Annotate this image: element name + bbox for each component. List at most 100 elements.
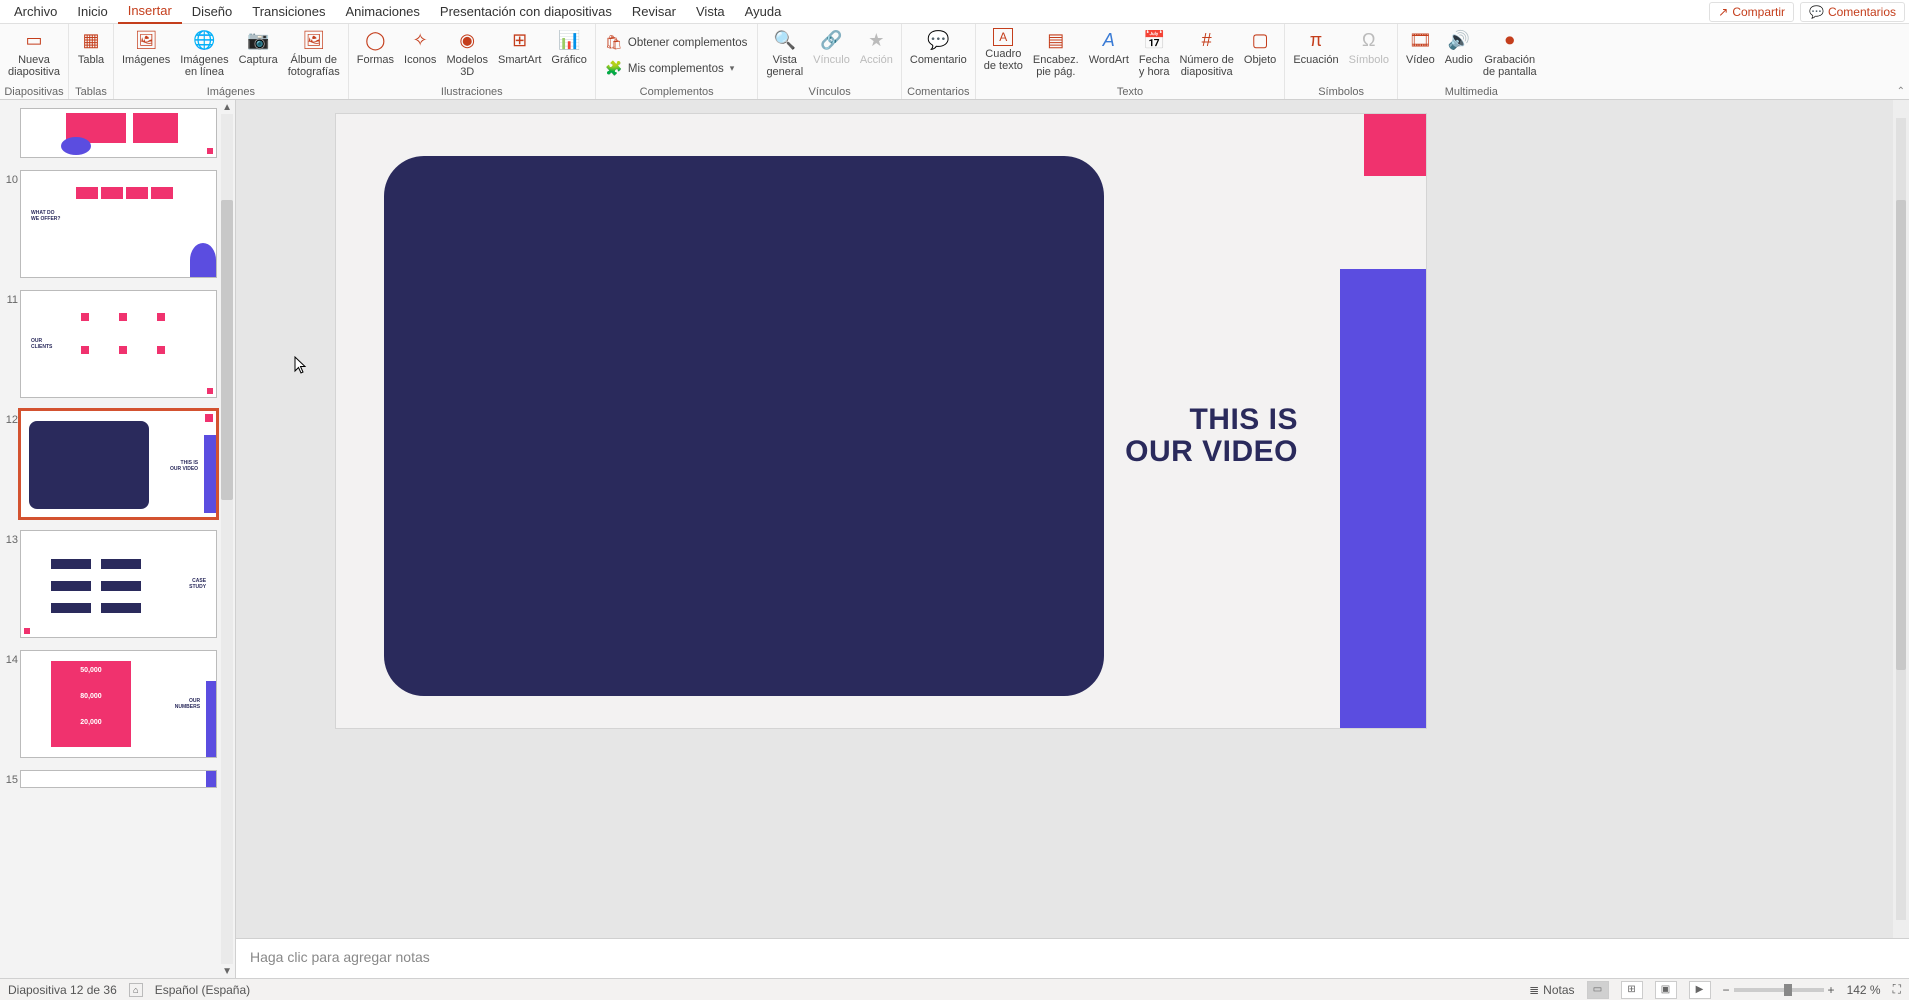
comments-button[interactable]: 💬Comentarios [1800,2,1905,22]
thumbnails-scroll[interactable]: 10 WHAT DOWE OFFER? 11 [0,100,219,978]
menu-presentacion[interactable]: Presentación con diapositivas [430,0,622,23]
view-sorter-button[interactable]: ⊞ [1621,981,1643,999]
table-button[interactable]: ▦ Tabla [73,26,109,68]
decor-pink-square[interactable] [1364,114,1426,176]
zoom-knob[interactable] [1784,984,1792,996]
zoom-track[interactable] [1734,988,1824,992]
slide-thumb-12[interactable]: 12 THIS ISOUR VIDEO [2,410,217,518]
slide-number-icon: # [1195,28,1219,52]
get-addins-button[interactable]: 🛍 Obtener complementos [600,33,754,53]
smartart-label: SmartArt [498,54,541,66]
slide-canvas-area[interactable]: THIS IS OUR VIDEO [236,100,1909,938]
images-online-button[interactable]: 🌐Imágenes en línea [176,26,232,80]
new-slide-button[interactable]: ▭ Nueva diapositiva [4,26,64,80]
share-button[interactable]: ↗Compartir [1709,2,1794,22]
slide-thumb-14[interactable]: 14 50,000 80,000 20,000 OURNUMBERS [2,650,217,758]
chart-button[interactable]: 📊Gráfico [547,26,590,68]
notes-pane[interactable]: Haga clic para agregar notas [236,938,1909,978]
video-placeholder[interactable] [384,156,1104,696]
menu-archivo[interactable]: Archivo [4,0,67,23]
thumbnails-scrollbar[interactable]: ▲ ▼ [219,100,235,978]
group-comentarios: 💬Comentario Comentarios [902,24,976,99]
object-label: Objeto [1244,54,1276,66]
screenshot-button[interactable]: 📷Captura [235,26,282,68]
slide-number-button[interactable]: #Número de diapositiva [1175,26,1237,80]
link-icon: 🔗 [819,28,843,52]
equation-button[interactable]: πEcuación [1289,26,1342,68]
date-time-button[interactable]: 📅Fecha y hora [1135,26,1174,80]
slide-thumb-9[interactable] [2,108,217,158]
slide-title[interactable]: THIS IS OUR VIDEO [1125,404,1298,467]
group-diapositivas: ▭ Nueva diapositiva Diapositivas [0,24,69,99]
slide-num-15: 15 [2,770,20,786]
status-language[interactable]: Español (España) [155,983,250,997]
action-label: Acción [860,54,893,66]
text-box-button[interactable]: ACuadro de texto [980,26,1027,74]
shapes-button[interactable]: ◯Formas [353,26,398,68]
view-normal-button[interactable]: ▭ [1587,981,1609,999]
zoom-in-button[interactable]: + [1828,983,1835,997]
group-label-simbolos: Símbolos [1289,85,1393,99]
menu-vista[interactable]: Vista [686,0,735,23]
my-addins-button[interactable]: 🧩Mis complementos▾ [600,59,740,79]
date-time-label: Fecha y hora [1139,54,1170,78]
menu-transiciones[interactable]: Transiciones [242,0,335,23]
wordart-button[interactable]: AWordArt [1085,26,1133,68]
audio-button[interactable]: 🔊Audio [1441,26,1477,68]
zoom-out-button[interactable]: − [1723,983,1730,997]
photo-album-button[interactable]: 🖼Álbum de fotografías [284,26,344,80]
models-3d-button[interactable]: ◉Modelos 3D [442,26,492,80]
smartart-button[interactable]: ⊞SmartArt [494,26,545,68]
get-addins-label: Obtener complementos [628,37,748,49]
menu-insertar[interactable]: Insertar [118,0,182,24]
video-icon: 🎞 [1408,28,1432,52]
menubar: Archivo Inicio Insertar Diseño Transicio… [0,0,1909,24]
menu-diseno[interactable]: Diseño [182,0,242,23]
group-label-multimedia: Multimedia [1402,85,1541,99]
scroll-down-icon[interactable]: ▼ [219,964,235,978]
slide-thumb-11[interactable]: 11 OURCLIENTS [2,290,217,398]
models-3d-label: Modelos 3D [446,54,488,78]
equation-icon: π [1304,28,1328,52]
screen-record-button[interactable]: ⏺Grabación de pantalla [1479,26,1541,80]
slide-thumb-13[interactable]: 13 CASESTUDY [2,530,217,638]
ribbon-collapse-button[interactable]: ⌃ [1897,86,1905,97]
status-slide-counter[interactable]: Diapositiva 12 de 36 [8,983,117,997]
comment-bubble-icon: 💬 [926,28,950,52]
scroll-up-icon[interactable]: ▲ [219,100,235,114]
comment-button[interactable]: 💬Comentario [906,26,971,68]
menu-revisar[interactable]: Revisar [622,0,686,23]
zoom-slider[interactable]: − + [1723,983,1835,997]
view-slideshow-button[interactable]: ▶ [1689,981,1711,999]
view-reading-button[interactable]: ▣ [1655,981,1677,999]
share-label: Compartir [1732,5,1785,19]
slide-num-11: 11 [2,290,20,306]
icons-button[interactable]: ✧Iconos [400,26,440,68]
slide-canvas[interactable]: THIS IS OUR VIDEO [336,114,1426,728]
video-button[interactable]: 🎞Vídeo [1402,26,1439,68]
store-icon: 🛍 [606,35,622,51]
link-label: Vínculo [813,54,850,66]
slide-thumb-15[interactable]: 15 [2,770,217,788]
scroll-thumb[interactable] [221,200,233,500]
object-button[interactable]: ▢Objeto [1240,26,1280,68]
zoom-button[interactable]: 🔍Vista general [762,26,807,80]
editor-scroll-thumb[interactable] [1896,200,1906,670]
decor-purple-bar[interactable] [1340,269,1426,728]
images-button[interactable]: 🖼Imágenes [118,26,174,68]
status-bar: Diapositiva 12 de 36 ⌂ Español (España) … [0,978,1909,1000]
header-footer-button[interactable]: ▤Encabez. pie pág. [1029,26,1083,80]
fit-to-window-button[interactable]: ⛶ [1893,982,1901,997]
menu-ayuda[interactable]: Ayuda [735,0,792,23]
menu-inicio[interactable]: Inicio [67,0,117,23]
slide-thumb-10[interactable]: 10 WHAT DOWE OFFER? [2,170,217,278]
icons-label: Iconos [404,54,436,66]
menu-animaciones[interactable]: Animaciones [335,0,429,23]
comment-icon: 💬 [1809,5,1824,19]
zoom-percent[interactable]: 142 % [1847,983,1881,997]
accessibility-icon[interactable]: ⌂ [129,983,143,997]
text-box-icon: A [993,28,1013,46]
status-notes-button[interactable]: ≣Notas [1529,983,1574,997]
slide-num-12: 12 [2,410,20,426]
group-complementos: 🛍 Obtener complementos 🧩Mis complementos▾… [596,24,759,99]
